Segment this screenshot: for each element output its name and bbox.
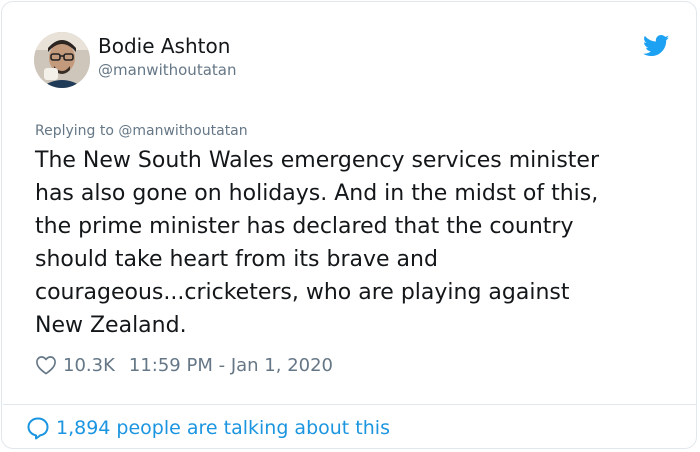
tweet-meta: 10.3K 11:59 PM - Jan 1, 2020 — [35, 352, 333, 378]
heart-icon[interactable] — [35, 355, 57, 375]
avatar-image — [34, 32, 90, 88]
divider — [3, 404, 697, 405]
author-handle[interactable]: @manwithoutatan — [98, 60, 236, 80]
replying-to-handle-link[interactable]: @manwithoutatan — [118, 123, 247, 139]
tweet-card: Bodie Ashton @manwithoutatan Replying to… — [1, 1, 697, 449]
author-name[interactable]: Bodie Ashton — [98, 34, 230, 58]
time-date-separator: - — [212, 354, 231, 376]
comment-bubble-icon — [27, 417, 49, 440]
talking-link[interactable]: 1,894 people are talking about this — [26, 416, 390, 440]
tweet-date[interactable]: Jan 1, 2020 — [231, 355, 333, 376]
twitter-bird-icon[interactable] — [643, 35, 670, 57]
avatar[interactable] — [34, 32, 90, 88]
replying-to: Replying to @manwithoutatan — [35, 122, 248, 140]
replying-to-prefix: Replying to — [35, 123, 119, 139]
like-count[interactable]: 10.3K — [63, 355, 115, 376]
tweet-time[interactable]: 11:59 PM — [129, 355, 213, 376]
tweet-text: The New South Wales emergency services m… — [35, 148, 599, 338]
talking-text[interactable]: 1,894 people are talking about this — [56, 417, 390, 439]
